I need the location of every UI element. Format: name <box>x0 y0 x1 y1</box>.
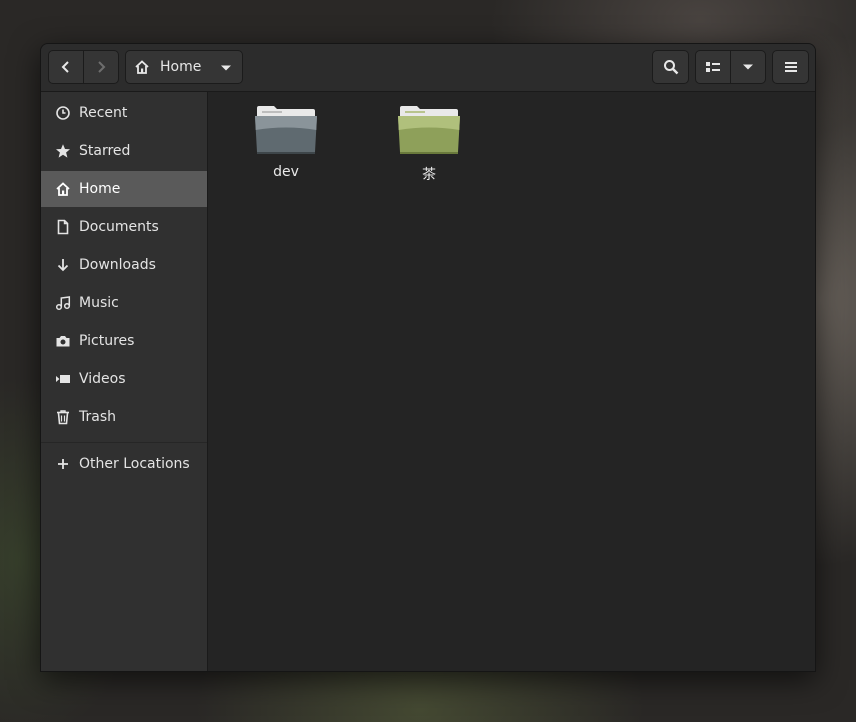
sidebar-item-music[interactable]: Music <box>41 285 207 321</box>
sidebar-item-downloads[interactable]: Downloads <box>41 247 207 283</box>
sidebar-item-starred[interactable]: Starred <box>41 133 207 169</box>
sidebar-item-pictures[interactable]: Pictures <box>41 323 207 359</box>
search-icon <box>663 60 678 75</box>
home-icon <box>135 60 149 74</box>
plus-icon <box>55 456 71 472</box>
sidebar-item-label: Pictures <box>79 333 135 349</box>
sidebar-item-home[interactable]: Home <box>41 171 207 207</box>
folder-icon <box>398 106 460 154</box>
chevron-down-icon <box>221 65 231 71</box>
chevron-down-icon <box>743 64 753 70</box>
navigation-buttons <box>48 50 119 84</box>
sidebar-item-trash[interactable]: Trash <box>41 399 207 435</box>
forward-button[interactable] <box>83 51 118 83</box>
view-options-button[interactable] <box>730 51 765 83</box>
file-name: 茶 <box>422 167 436 183</box>
sidebar-item-label: Other Locations <box>79 456 190 472</box>
document-icon <box>55 219 71 235</box>
file-manager-window: Home Recent Starred Home Documents Downl… <box>40 43 816 672</box>
sidebar-item-label: Trash <box>79 409 116 425</box>
main-menu-button[interactable] <box>772 50 809 84</box>
sidebar-item-documents[interactable]: Documents <box>41 209 207 245</box>
sidebar-separator <box>41 442 207 443</box>
home-icon <box>55 181 71 197</box>
folder-item[interactable]: dev <box>231 104 341 180</box>
location-label: Home <box>160 59 202 75</box>
video-icon <box>55 371 71 387</box>
sidebar-item-other-locations[interactable]: Other Locations <box>41 446 207 482</box>
view-buttons <box>695 50 766 84</box>
music-icon <box>55 295 71 311</box>
download-icon <box>55 257 71 273</box>
sidebar-item-label: Downloads <box>79 257 156 273</box>
trash-icon <box>55 409 71 425</box>
sidebar: Recent Starred Home Documents Downloads <box>41 92 208 671</box>
back-button[interactable] <box>49 51 83 83</box>
clock-icon <box>55 105 71 121</box>
sidebar-item-label: Home <box>79 181 121 197</box>
hamburger-icon <box>784 62 797 72</box>
sidebar-item-label: Music <box>79 295 119 311</box>
header-bar: Home <box>41 44 815 92</box>
folder-icon <box>255 106 317 154</box>
file-name: dev <box>273 164 299 180</box>
folder-item[interactable]: 茶 <box>374 104 484 184</box>
star-icon <box>55 143 71 159</box>
camera-icon <box>55 333 71 349</box>
sidebar-item-recent[interactable]: Recent <box>41 95 207 131</box>
sidebar-item-videos[interactable]: Videos <box>41 361 207 397</box>
sidebar-item-label: Videos <box>79 371 126 387</box>
location-button[interactable]: Home <box>125 50 243 84</box>
list-view-icon <box>706 62 720 72</box>
chevron-left-icon <box>61 61 69 73</box>
sidebar-item-label: Starred <box>79 143 131 159</box>
file-view: dev 茶 <box>208 92 815 671</box>
sidebar-item-label: Documents <box>79 219 159 235</box>
view-mode-button[interactable] <box>696 51 730 83</box>
chevron-right-icon <box>98 61 106 73</box>
sidebar-item-label: Recent <box>79 105 128 121</box>
search-button[interactable] <box>652 50 689 84</box>
